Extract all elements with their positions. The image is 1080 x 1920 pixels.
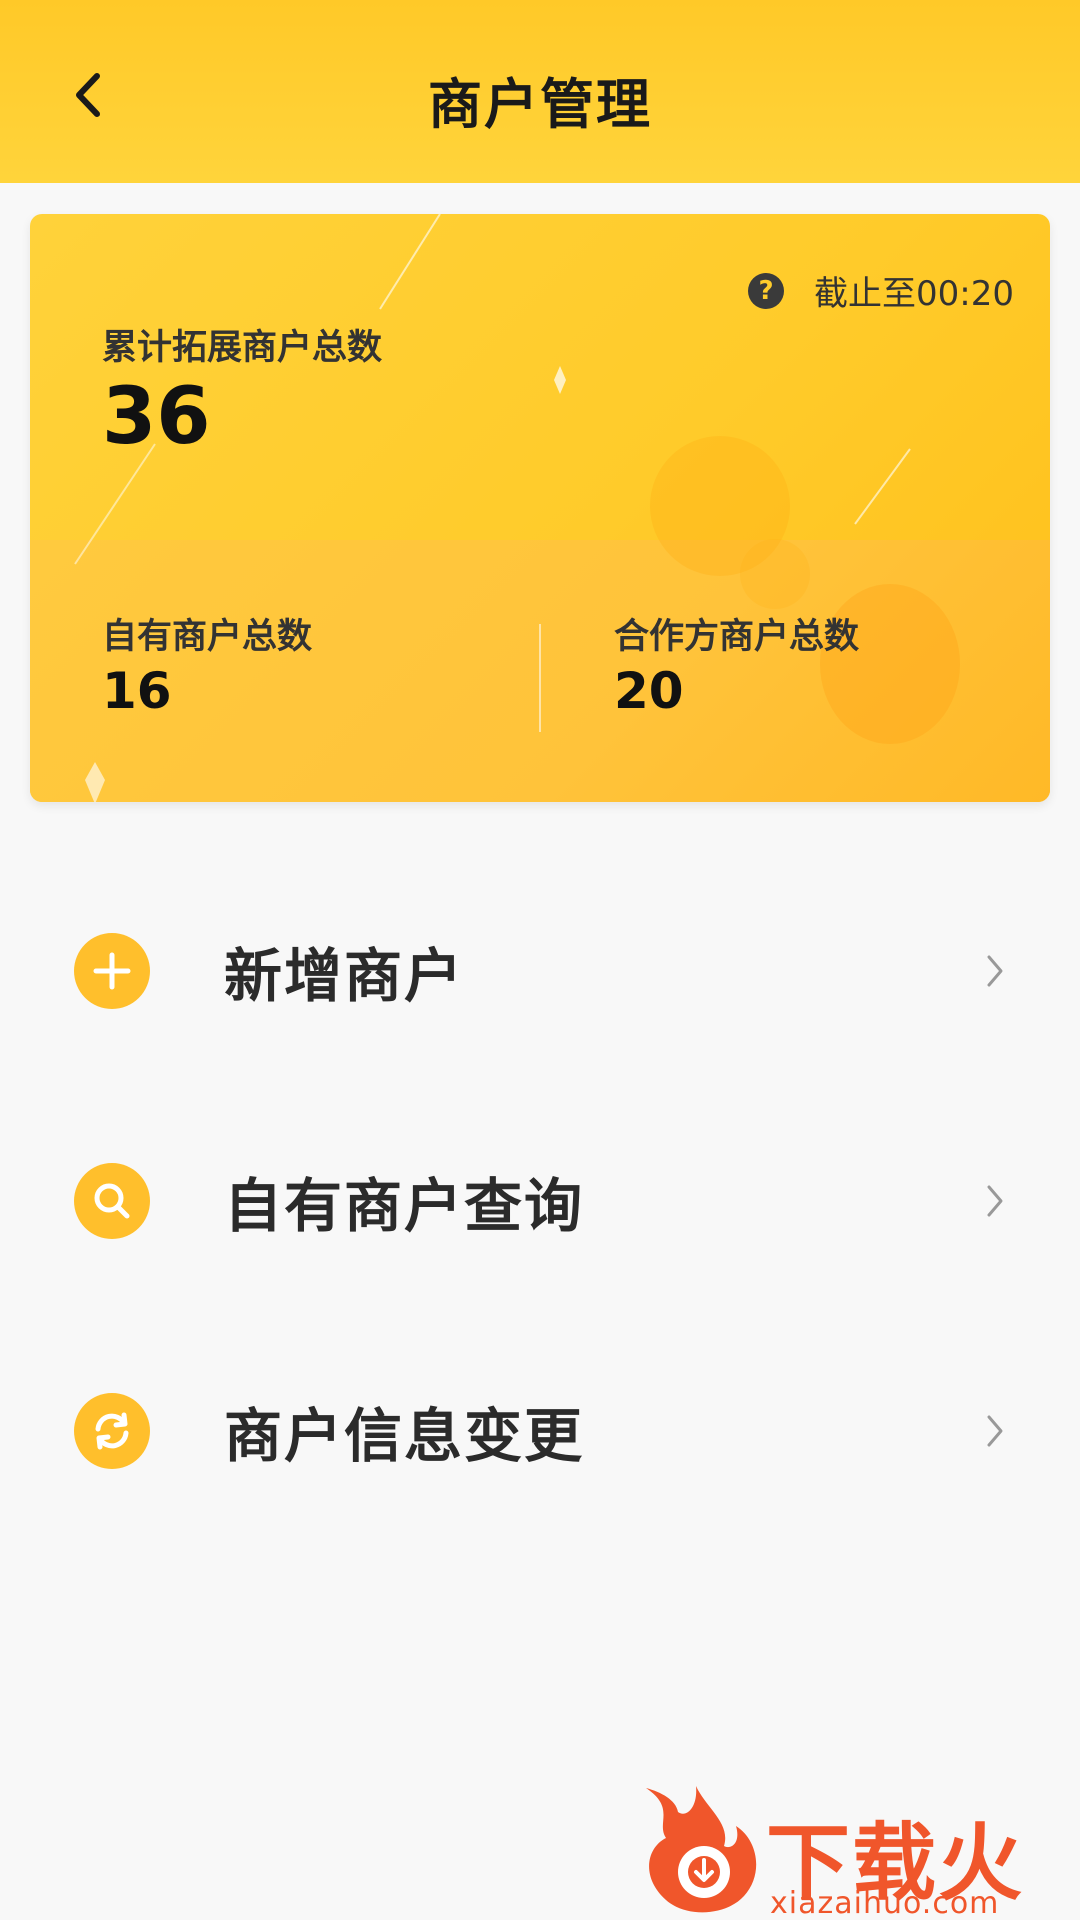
partner-merchants-value: 20 — [614, 662, 684, 720]
menu-item-merchant-info-change[interactable]: 商户信息变更 — [0, 1371, 1080, 1491]
plus-icon — [74, 933, 150, 1009]
page-title: 商户管理 — [428, 73, 652, 136]
partner-merchants-label: 合作方商户总数 — [614, 617, 860, 657]
chevron-right-icon — [980, 1181, 1010, 1221]
menu-item-label: 商户信息变更 — [224, 1402, 585, 1470]
watermark-url: xiazaihuo.com — [770, 1886, 1000, 1920]
question-icon[interactable]: ? — [748, 272, 785, 309]
as-of-time: ? 截止至00:20 — [748, 266, 1014, 315]
chevron-right-icon — [980, 951, 1010, 991]
menu-item-add-merchant[interactable]: 新增商户 — [0, 911, 1080, 1031]
as-of-text: 截止至00:20 — [814, 274, 1014, 314]
total-merchants-label: 累计拓展商户总数 — [102, 328, 383, 368]
watermark: 下载火 xiazaihuo.com — [636, 1778, 1080, 1920]
menu-item-label: 新增商户 — [224, 942, 465, 1010]
app-header: 商户管理 — [0, 0, 1080, 183]
merchant-summary-card: ? 截止至00:20 累计拓展商户总数 36 自有商户总数 16 合作方商户总数… — [30, 214, 1050, 802]
refresh-icon — [74, 1393, 150, 1469]
menu-item-own-merchant-query[interactable]: 自有商户查询 — [0, 1141, 1080, 1261]
search-icon — [74, 1163, 150, 1239]
stats-divider — [539, 624, 541, 732]
own-merchants-label: 自有商户总数 — [102, 617, 313, 657]
flame-logo-icon — [646, 1786, 757, 1913]
own-merchants-value: 16 — [102, 662, 172, 720]
chevron-right-icon — [980, 1411, 1010, 1451]
menu-item-label: 自有商户查询 — [224, 1172, 585, 1240]
total-merchants-value: 36 — [102, 372, 211, 462]
